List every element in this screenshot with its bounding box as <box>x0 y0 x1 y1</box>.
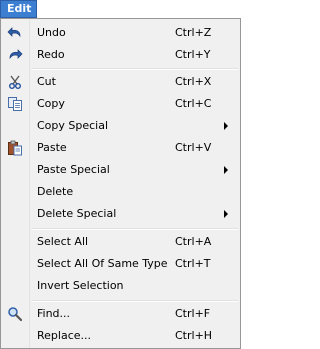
menu-item-undo[interactable]: Undo Ctrl+Z <box>2 22 239 44</box>
menu-item-select-all-shortcut: Ctrl+A <box>175 235 212 248</box>
undo-arrow-icon <box>7 25 23 41</box>
menu-item-select-all-label: Select All <box>37 235 89 248</box>
redo-arrow-icon <box>7 47 23 63</box>
menu-item-copy[interactable]: Copy Ctrl+C <box>2 93 239 115</box>
menu-item-redo-label: Redo <box>37 48 65 61</box>
menu-item-invert-selection[interactable]: Invert Selection <box>2 275 239 297</box>
menu-item-find-shortcut: Ctrl+F <box>175 307 211 320</box>
menu-item-replace[interactable]: Replace... Ctrl+H <box>2 325 239 347</box>
menu-item-paste[interactable]: Paste Ctrl+V <box>2 137 239 159</box>
menu-item-select-same-type-shortcut: Ctrl+T <box>175 257 211 270</box>
menu-item-redo[interactable]: Redo Ctrl+Y <box>2 44 239 66</box>
menu-item-delete-label: Delete <box>37 185 74 198</box>
menu-item-paste-special-label: Paste Special <box>37 163 110 176</box>
menu-item-redo-shortcut: Ctrl+Y <box>175 48 211 61</box>
edit-menu-title-text: Edit <box>7 2 32 15</box>
edit-menu-title[interactable]: Edit <box>0 0 37 18</box>
clipboard-icon <box>7 140 23 156</box>
menu-item-copy-special-label: Copy Special <box>37 119 109 132</box>
menu-item-delete-special[interactable]: Delete Special <box>2 203 239 225</box>
menu-item-delete[interactable]: Delete <box>2 181 239 203</box>
menu-item-replace-label: Replace... <box>37 329 92 342</box>
edit-menu-dropdown: Undo Ctrl+Z Redo Ctrl+Y Cut Ctrl+X Copy … <box>0 18 241 349</box>
menu-item-cut-label: Cut <box>37 75 56 88</box>
menu-bar: Edit <box>0 0 241 18</box>
separator <box>32 300 238 302</box>
menu-item-select-all[interactable]: Select All Ctrl+A <box>2 231 239 253</box>
menu-item-paste-special[interactable]: Paste Special <box>2 159 239 181</box>
separator <box>32 228 238 230</box>
submenu-arrow-icon <box>224 210 228 218</box>
menu-item-invert-selection-label: Invert Selection <box>37 279 124 292</box>
menu-item-copy-label: Copy <box>37 97 65 110</box>
submenu-arrow-icon <box>224 166 228 174</box>
submenu-arrow-icon <box>224 122 228 130</box>
menu-item-replace-shortcut: Ctrl+H <box>175 329 213 342</box>
magnifier-icon <box>7 306 23 322</box>
menu-item-copy-special[interactable]: Copy Special <box>2 115 239 137</box>
menu-item-copy-shortcut: Ctrl+C <box>175 97 212 110</box>
menu-item-cut[interactable]: Cut Ctrl+X <box>2 71 239 93</box>
separator <box>32 68 238 70</box>
menu-item-cut-shortcut: Ctrl+X <box>175 75 212 88</box>
menu-item-undo-shortcut: Ctrl+Z <box>175 26 212 39</box>
menu-item-delete-special-label: Delete Special <box>37 207 117 220</box>
menu-item-select-same-type[interactable]: Select All Of Same Type Ctrl+T <box>2 253 239 275</box>
scissors-icon <box>7 74 23 90</box>
menu-item-undo-label: Undo <box>37 26 66 39</box>
menu-item-find-label: Find... <box>37 307 71 320</box>
menu-item-paste-shortcut: Ctrl+V <box>175 141 212 154</box>
copy-pages-icon <box>7 96 23 112</box>
menu-item-paste-label: Paste <box>37 141 67 154</box>
menu-item-select-same-type-label: Select All Of Same Type <box>37 257 168 270</box>
menu-item-find[interactable]: Find... Ctrl+F <box>2 303 239 325</box>
